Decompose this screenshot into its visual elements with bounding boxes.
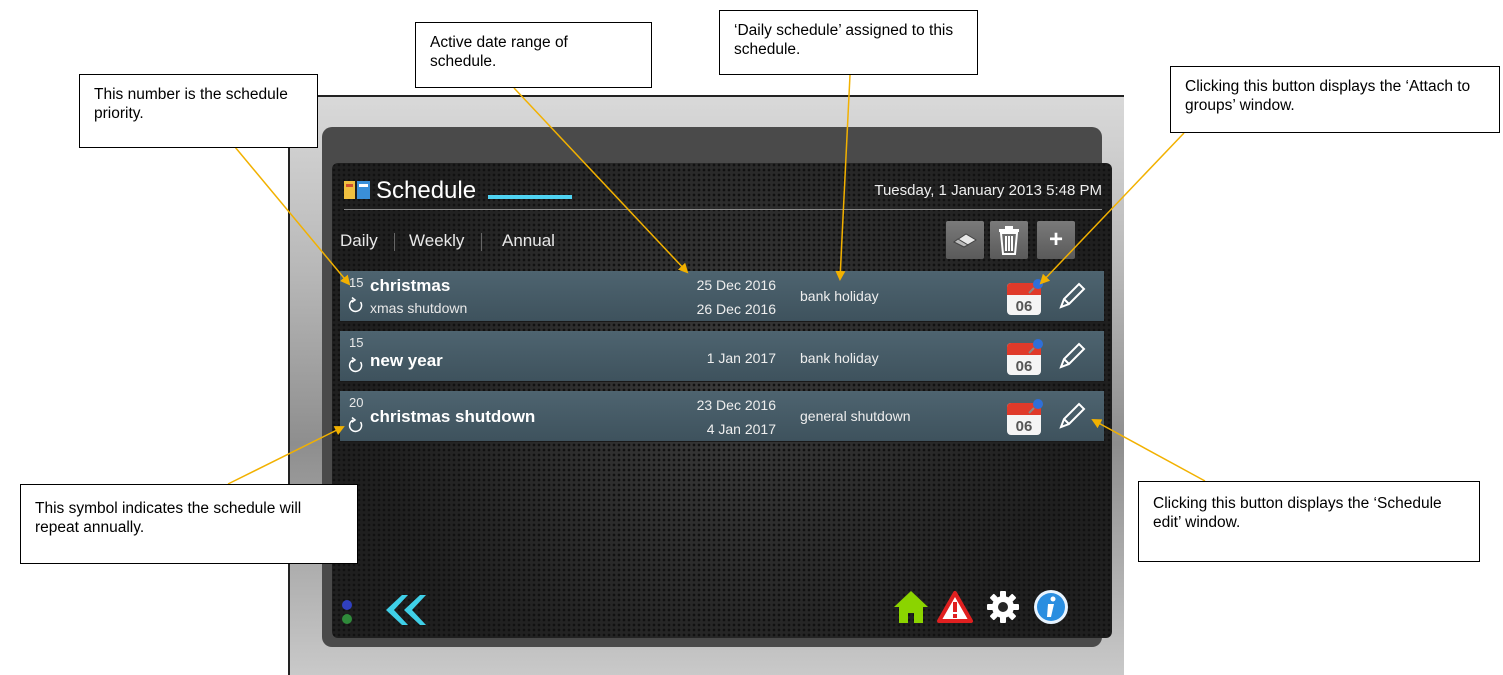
active-tab-indicator [488,195,572,199]
page-title: Schedule [376,177,477,204]
title-bar: Schedule Tuesday, 1 January 2013 5:48 PM [344,173,1102,210]
callout-priority: This number is the schedule priority. [79,74,318,148]
end-date: 26 Dec 2016 [696,301,776,317]
schedule-edit-button[interactable] [1055,399,1089,433]
schedule-edit-button[interactable] [1055,279,1089,313]
gear-icon [987,591,1019,623]
schedule-name: christmas [370,276,451,295]
delete-button[interactable] [990,221,1028,259]
status-leds [340,598,354,631]
callout-repeat-symbol: This symbol indicates the schedule will … [20,484,358,564]
trash-icon [999,226,1019,255]
svg-text:06: 06 [1016,358,1033,375]
pencil-icon [1059,282,1086,309]
alarms-button[interactable] [936,588,974,626]
schedule-description: xmas shutdown [370,300,468,316]
priority-number: 20 [349,395,364,410]
svg-text:06: 06 [1016,298,1033,315]
repeat-annually-icon [348,357,363,373]
warning-icon [937,591,973,623]
calendar-pin-icon: 06 [1007,399,1043,435]
schedule-row-christmas-shutdown[interactable]: 20 christmas shutdown 23 Dec 2016 4 Jan … [340,391,1104,442]
pencil-icon [1059,342,1086,369]
callout-daily-schedule: ‘Daily schedule’ assigned to this schedu… [719,10,978,75]
home-icon [894,591,928,623]
priority-number: 15 [349,275,364,290]
svg-text:06: 06 [1016,418,1033,435]
start-date: 1 Jan 2017 [706,350,776,366]
calendar-pin-icon: 06 [1007,279,1043,315]
eraser-pencil-icon [953,233,977,248]
repeat-annually-icon [348,297,363,313]
attach-groups-button[interactable]: 06 [1005,337,1045,377]
attach-groups-button[interactable]: 06 [1005,397,1045,437]
pencil-icon [1059,402,1086,429]
schedule-row-new-year[interactable]: 15 new year 1 Jan 2017 bank holiday 06 [340,331,1104,382]
tab-daily[interactable]: Daily [340,231,378,251]
schedule-name: new year [370,351,443,370]
home-button[interactable] [892,588,930,626]
schedule-row-christmas[interactable]: 15 christmas xmas shutdown 25 Dec 2016 2… [340,271,1104,322]
double-chevron-left-icon [386,595,426,625]
attach-groups-button[interactable]: 06 [1005,277,1045,317]
back-button[interactable] [380,593,428,627]
erase-edit-button[interactable] [946,221,984,259]
callout-schedule-edit: Clicking this button displays the ‘Sched… [1138,481,1480,562]
info-icon [1034,590,1068,624]
schedule-edit-button[interactable] [1055,339,1089,373]
tab-divider [394,233,395,251]
repeat-annually-icon [348,417,363,433]
calendar-pin-icon: 06 [1007,339,1043,375]
touchscreen: Schedule Tuesday, 1 January 2013 5:48 PM… [332,163,1112,638]
schedule-name: christmas shutdown [370,407,536,426]
callout-date-range: Active date range of schedule. [415,22,652,88]
daily-schedule-name: bank holiday [800,288,879,304]
settings-button[interactable] [984,588,1022,626]
schedule-app-icon [344,181,370,199]
daily-schedule-name: general shutdown [800,408,911,424]
datetime-display: Tuesday, 1 January 2013 5:48 PM [874,182,1102,199]
daily-schedule-name: bank holiday [800,350,879,366]
priority-number: 15 [349,335,364,350]
tab-weekly[interactable]: Weekly [409,231,464,251]
tab-annual[interactable]: Annual [502,231,555,251]
tab-divider [481,233,482,251]
start-date: 25 Dec 2016 [696,277,776,293]
end-date: 4 Jan 2017 [706,421,776,437]
start-date: 23 Dec 2016 [696,397,776,413]
callout-attach-groups: Clicking this button displays the ‘Attac… [1170,66,1500,133]
info-button[interactable] [1032,588,1070,626]
add-button[interactable]: + [1037,221,1075,259]
